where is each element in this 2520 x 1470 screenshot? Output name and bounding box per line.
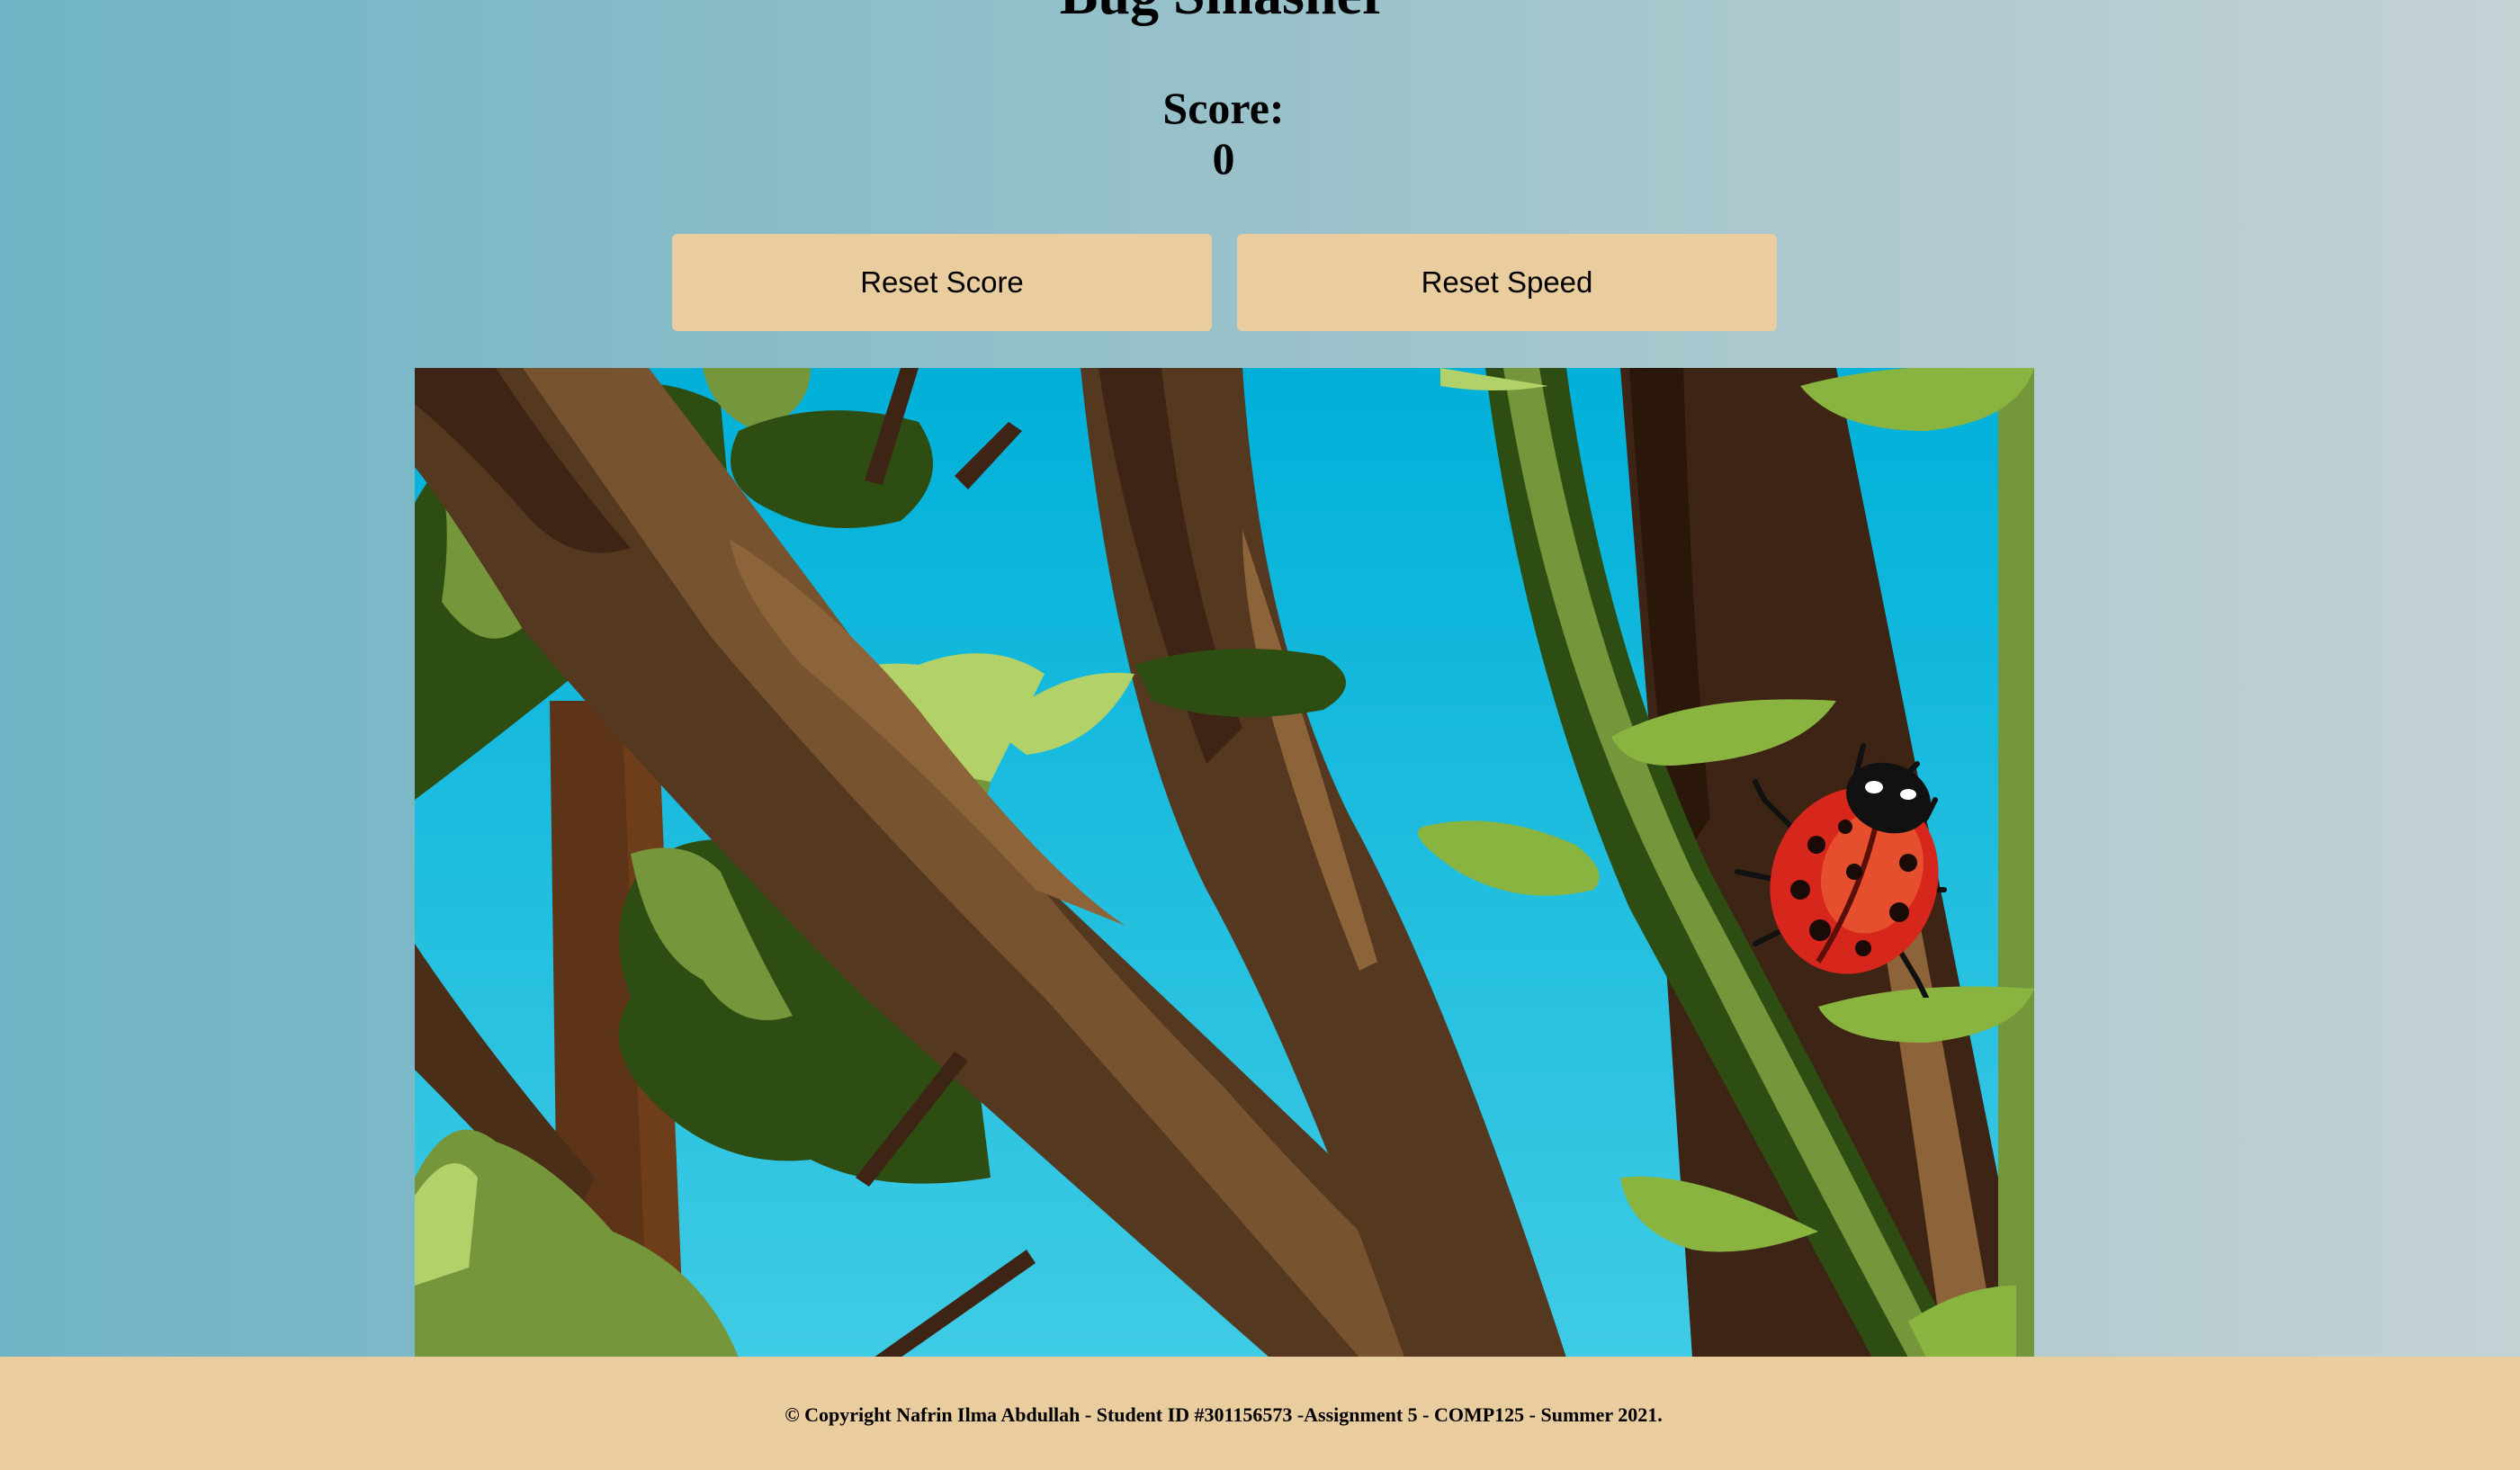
- ladybug-icon[interactable]: [1719, 728, 1953, 998]
- score-label: Score:: [1162, 83, 1285, 133]
- score-display: Score: 0: [0, 83, 2447, 184]
- game-canvas[interactable]: [415, 368, 2034, 1358]
- reset-speed-button[interactable]: Reset Speed: [1237, 234, 1777, 331]
- score-value: 0: [1212, 133, 1235, 184]
- footer: © Copyright Nafrin Ilma Abdullah - Stude…: [0, 1357, 2520, 1470]
- page-title: Bug Smasher: [0, 0, 2447, 30]
- copyright-text: © Copyright Nafrin Ilma Abdullah - Stude…: [785, 1403, 1663, 1426]
- reset-score-button[interactable]: Reset Score: [672, 234, 1212, 331]
